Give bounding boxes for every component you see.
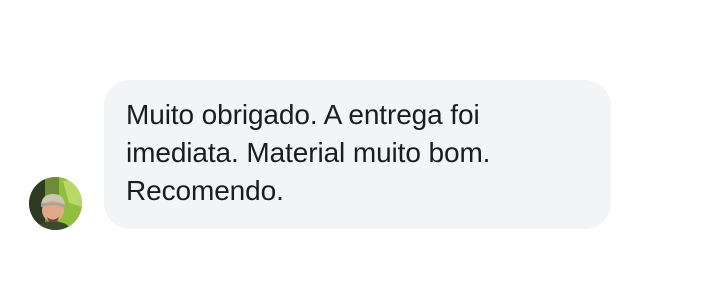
- message-bubble[interactable]: Muito obrigado. A entrega foi imediata. …: [104, 80, 611, 229]
- message-row: Muito obrigado. A entrega foi imediata. …: [0, 0, 720, 288]
- person-avatar-icon: [29, 177, 82, 230]
- sender-avatar[interactable]: [29, 177, 82, 230]
- message-text: Muito obrigado. A entrega foi imediata. …: [126, 99, 491, 206]
